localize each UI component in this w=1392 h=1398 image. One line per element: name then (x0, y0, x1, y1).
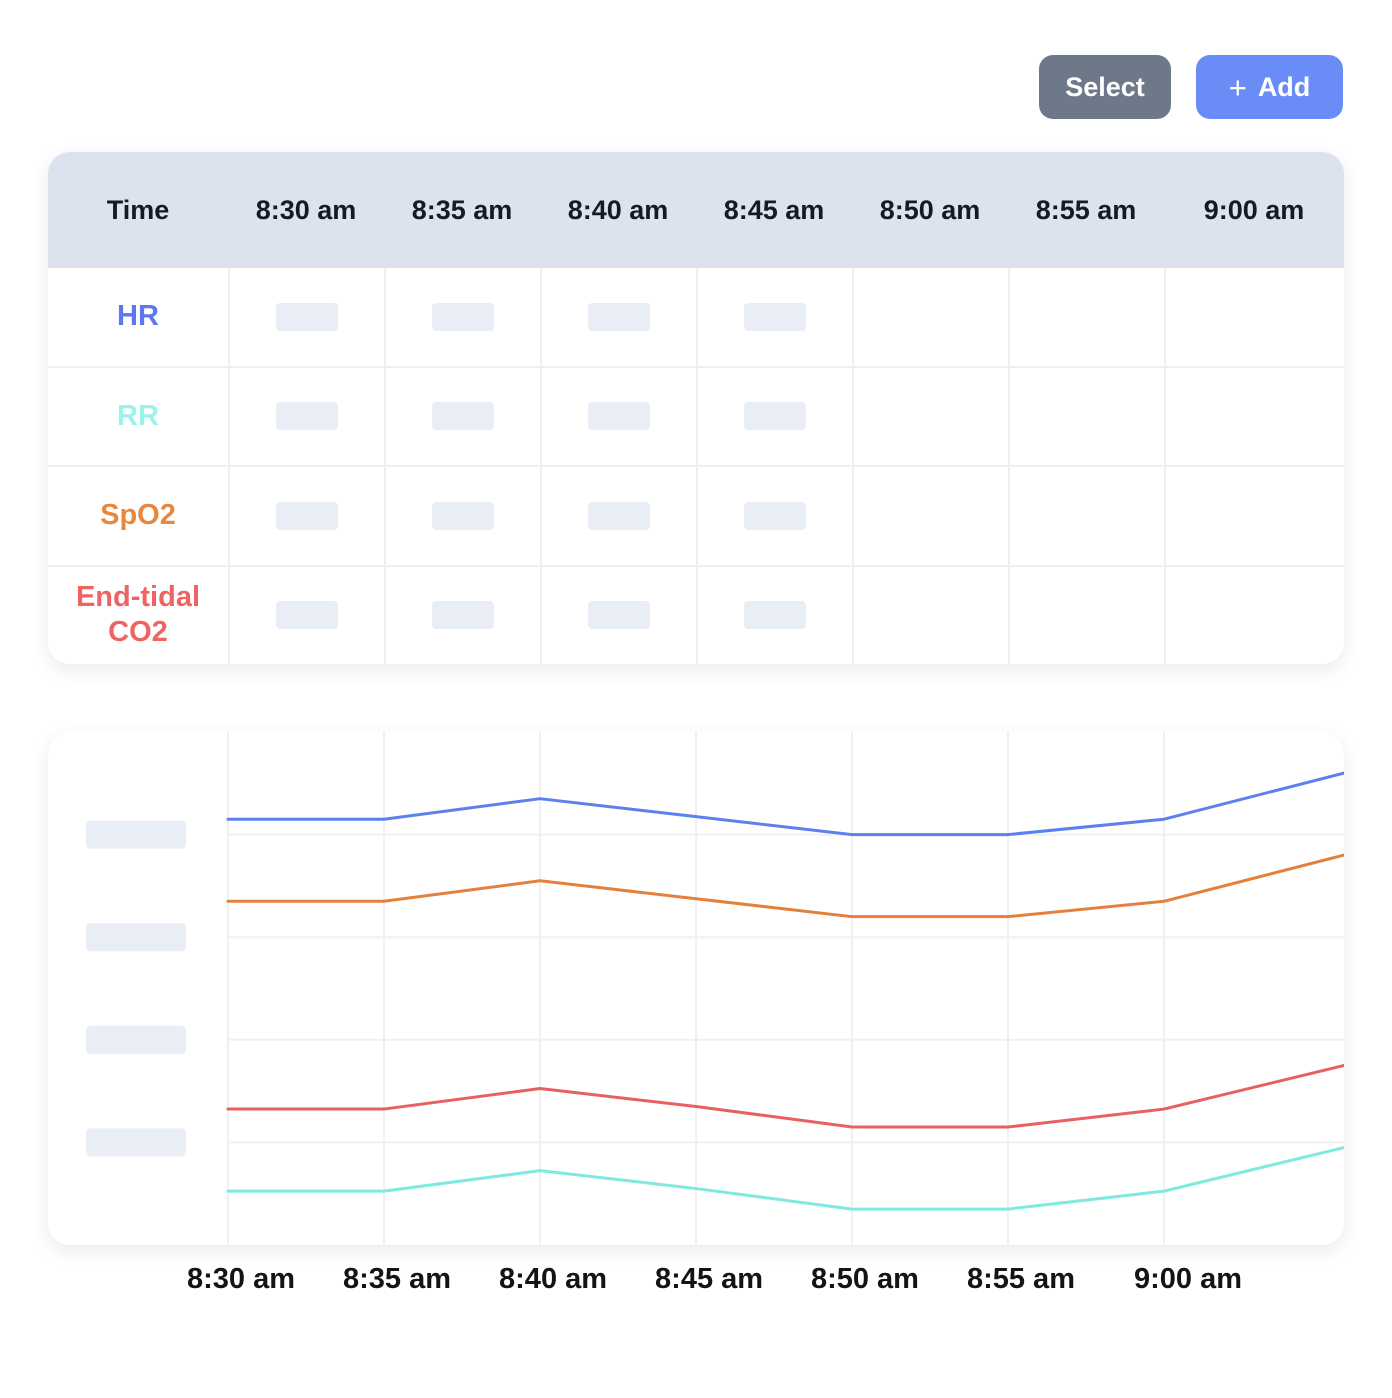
row-label-spo2: SpO2 (100, 499, 176, 532)
value-placeholder (588, 601, 650, 630)
value-placeholder (744, 601, 806, 630)
x-axis-label: 8:45 am (655, 1263, 764, 1295)
table-cell[interactable] (384, 367, 540, 465)
table-cell[interactable] (1164, 367, 1344, 465)
table-row-rr: RR (48, 365, 1344, 465)
table-cell[interactable] (852, 268, 1008, 366)
col-header-time: Time (106, 194, 170, 225)
table-cell[interactable] (540, 566, 696, 664)
add-button[interactable]: + Add (1196, 55, 1343, 119)
table-cell[interactable] (228, 467, 384, 565)
add-button-label: Add (1257, 71, 1311, 102)
table-cell[interactable] (696, 467, 852, 565)
table-body: HR RR SpO2 End-tidal CO2 (48, 268, 1344, 664)
value-placeholder (432, 302, 494, 331)
value-placeholder (588, 501, 650, 530)
col-header-855: 8:55 am (1035, 194, 1137, 225)
table-cell[interactable] (1008, 566, 1164, 664)
table-cell[interactable] (228, 268, 384, 366)
table-row-hr: HR (48, 268, 1344, 366)
value-placeholder (276, 601, 338, 630)
table-cell[interactable] (1164, 467, 1344, 565)
y-tick-placeholder (86, 820, 186, 849)
row-label-etco2: End-tidal CO2 (75, 581, 201, 649)
table-cell[interactable] (228, 367, 384, 465)
value-placeholder (432, 402, 494, 431)
value-placeholder (432, 601, 494, 630)
table-cell[interactable] (696, 268, 852, 366)
x-axis-label: 8:50 am (810, 1263, 919, 1295)
x-axis-label: 8:40 am (499, 1263, 608, 1295)
table-cell[interactable] (540, 268, 696, 366)
table-cell[interactable] (384, 566, 540, 664)
value-placeholder (276, 402, 338, 431)
table-cell[interactable] (384, 467, 540, 565)
table-cell[interactable] (1164, 268, 1344, 366)
select-button[interactable]: Select (1039, 55, 1171, 119)
table-cell[interactable] (696, 566, 852, 664)
y-tick-placeholder (86, 923, 186, 952)
col-header-845: 8:45 am (723, 194, 825, 225)
vitals-chart (48, 732, 1344, 1245)
table-cell[interactable] (1008, 467, 1164, 565)
col-header-850: 8:50 am (879, 194, 981, 225)
value-placeholder (432, 501, 494, 530)
table-cell[interactable] (852, 367, 1008, 465)
value-placeholder (744, 501, 806, 530)
x-axis-label: 9:00 am (1133, 1263, 1242, 1295)
vitals-table: Time 8:30 am 8:35 am 8:40 am 8:45 am 8:5… (48, 152, 1344, 664)
table-row-spo2: SpO2 (48, 465, 1344, 565)
x-axis-label: 8:55 am (966, 1263, 1075, 1295)
value-placeholder (588, 402, 650, 431)
col-header-835: 8:35 am (411, 194, 513, 225)
vitals-chart-svg (86, 732, 1344, 1245)
col-header-830: 8:30 am (255, 194, 357, 225)
x-axis-label: 8:35 am (343, 1263, 452, 1295)
value-placeholder (276, 501, 338, 530)
table-cell[interactable] (228, 566, 384, 664)
table-row-etco2: End-tidal CO2 (48, 564, 1344, 664)
table-cell[interactable] (384, 268, 540, 366)
row-label-hr: HR (117, 300, 159, 333)
table-cell[interactable] (540, 467, 696, 565)
x-axis-label: 8:30 am (186, 1263, 296, 1295)
table-cell[interactable] (540, 367, 696, 465)
value-placeholder (276, 302, 338, 331)
value-placeholder (744, 402, 806, 431)
y-tick-placeholder (86, 1128, 186, 1157)
plus-icon: + (1228, 69, 1247, 105)
row-label-rr: RR (117, 399, 159, 432)
table-cell[interactable] (1008, 367, 1164, 465)
chart-x-axis: 8:30 am 8:35 am 8:40 am 8:45 am 8:50 am … (48, 1245, 1344, 1317)
table-cell[interactable] (852, 566, 1008, 664)
col-header-840: 8:40 am (567, 194, 669, 225)
table-header-row: Time 8:30 am 8:35 am 8:40 am 8:45 am 8:5… (48, 152, 1344, 268)
table-cell[interactable] (696, 367, 852, 465)
col-header-900: 9:00 am (1203, 194, 1305, 225)
table-cell[interactable] (852, 467, 1008, 565)
y-tick-placeholder (86, 1025, 186, 1054)
value-placeholder (744, 302, 806, 331)
table-cell[interactable] (1164, 566, 1344, 664)
value-placeholder (588, 302, 650, 331)
table-cell[interactable] (1008, 268, 1164, 366)
